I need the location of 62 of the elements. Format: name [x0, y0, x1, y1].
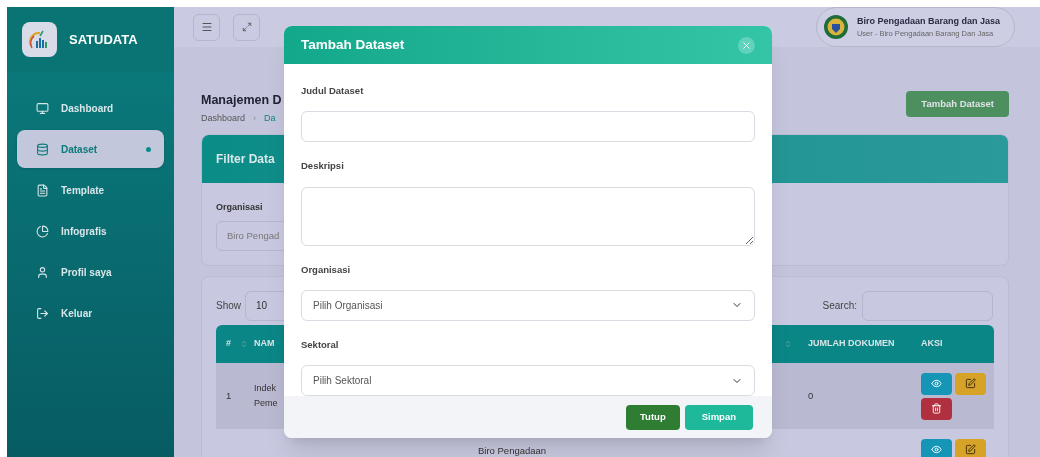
edit-icon — [965, 378, 976, 390]
filter-title: Filter Data — [216, 151, 275, 169]
brand-name: SATUDATA — [69, 30, 138, 49]
view-button[interactable] — [921, 438, 952, 457]
close-dialog-button[interactable]: Tutup — [626, 404, 680, 430]
nav-item[interactable]: Template — [17, 171, 164, 209]
user-name: Biro Pengadaan Barang dan Jasa — [856, 14, 1000, 28]
column-header: JUMLAH DOKUMEN — [808, 337, 895, 350]
nav-icon — [36, 306, 49, 320]
field-label: Sektoral — [301, 337, 340, 352]
nav-item[interactable]: Dashboard — [17, 89, 164, 127]
page-title: Manajemen D — [201, 92, 282, 109]
nav-icon — [36, 224, 49, 238]
emblem-icon — [822, 14, 849, 40]
menu-icon — [200, 21, 213, 33]
select-placeholder: Pilih Organisasi — [313, 298, 383, 313]
description-textarea[interactable] — [301, 186, 755, 246]
nav-icon — [36, 183, 49, 197]
nav-item[interactable]: Dataset — [17, 130, 164, 168]
nav-icon — [36, 101, 49, 115]
expand-icon — [241, 22, 252, 32]
show-label: Show — [216, 299, 241, 314]
sort-icon — [784, 339, 792, 348]
edit-button[interactable] — [955, 372, 986, 395]
nav-item[interactable]: Profil saya — [17, 253, 164, 291]
menu-button[interactable] — [193, 13, 220, 41]
breadcrumb-separator: › — [253, 111, 257, 125]
column-header: AKSI — [921, 337, 943, 350]
field-label: Deskripsi — [301, 159, 345, 174]
search-label: Search: — [822, 299, 857, 314]
eye-icon — [931, 378, 942, 390]
sort-icon — [240, 339, 248, 348]
select-field[interactable]: Pilih Organisasi — [301, 289, 755, 321]
close-button[interactable] — [738, 36, 755, 54]
table-cell-text: Indek Peme — [254, 381, 278, 410]
breadcrumb-current: Da — [264, 111, 276, 125]
fullscreen-button[interactable] — [233, 13, 260, 41]
column-header: NAM — [254, 337, 275, 350]
table-cell: 0 — [808, 389, 814, 401]
table-cell: 1 — [226, 389, 232, 401]
modal-title: Tambah Dataset — [301, 35, 405, 54]
delete-button[interactable] — [921, 397, 952, 420]
edit-button[interactable] — [955, 438, 986, 457]
close-icon — [741, 39, 752, 51]
field-label: Judul Dataset — [301, 84, 365, 99]
trash-icon — [931, 403, 942, 415]
nav-item[interactable]: Infografis — [17, 212, 164, 250]
column-header: # — [226, 337, 231, 350]
breadcrumb-link[interactable]: Dashboard — [201, 111, 246, 126]
filter-label: Organisasi — [216, 201, 264, 215]
nav-icon — [36, 142, 49, 156]
select-placeholder: Pilih Sektoral — [313, 374, 372, 389]
title-input[interactable] — [301, 111, 755, 143]
table-cell-text: Biro Pengadaan — [478, 443, 548, 457]
field-label: Organisasi — [301, 262, 352, 277]
view-button[interactable] — [921, 372, 952, 395]
edit-icon — [965, 444, 976, 456]
select-field[interactable]: Pilih Sektoral — [301, 365, 755, 397]
eye-icon — [931, 444, 942, 456]
nav-icon — [36, 265, 49, 279]
add-dataset-button[interactable]: Tambah Dataset — [906, 91, 1009, 117]
nav-item[interactable]: Keluar — [17, 294, 164, 332]
